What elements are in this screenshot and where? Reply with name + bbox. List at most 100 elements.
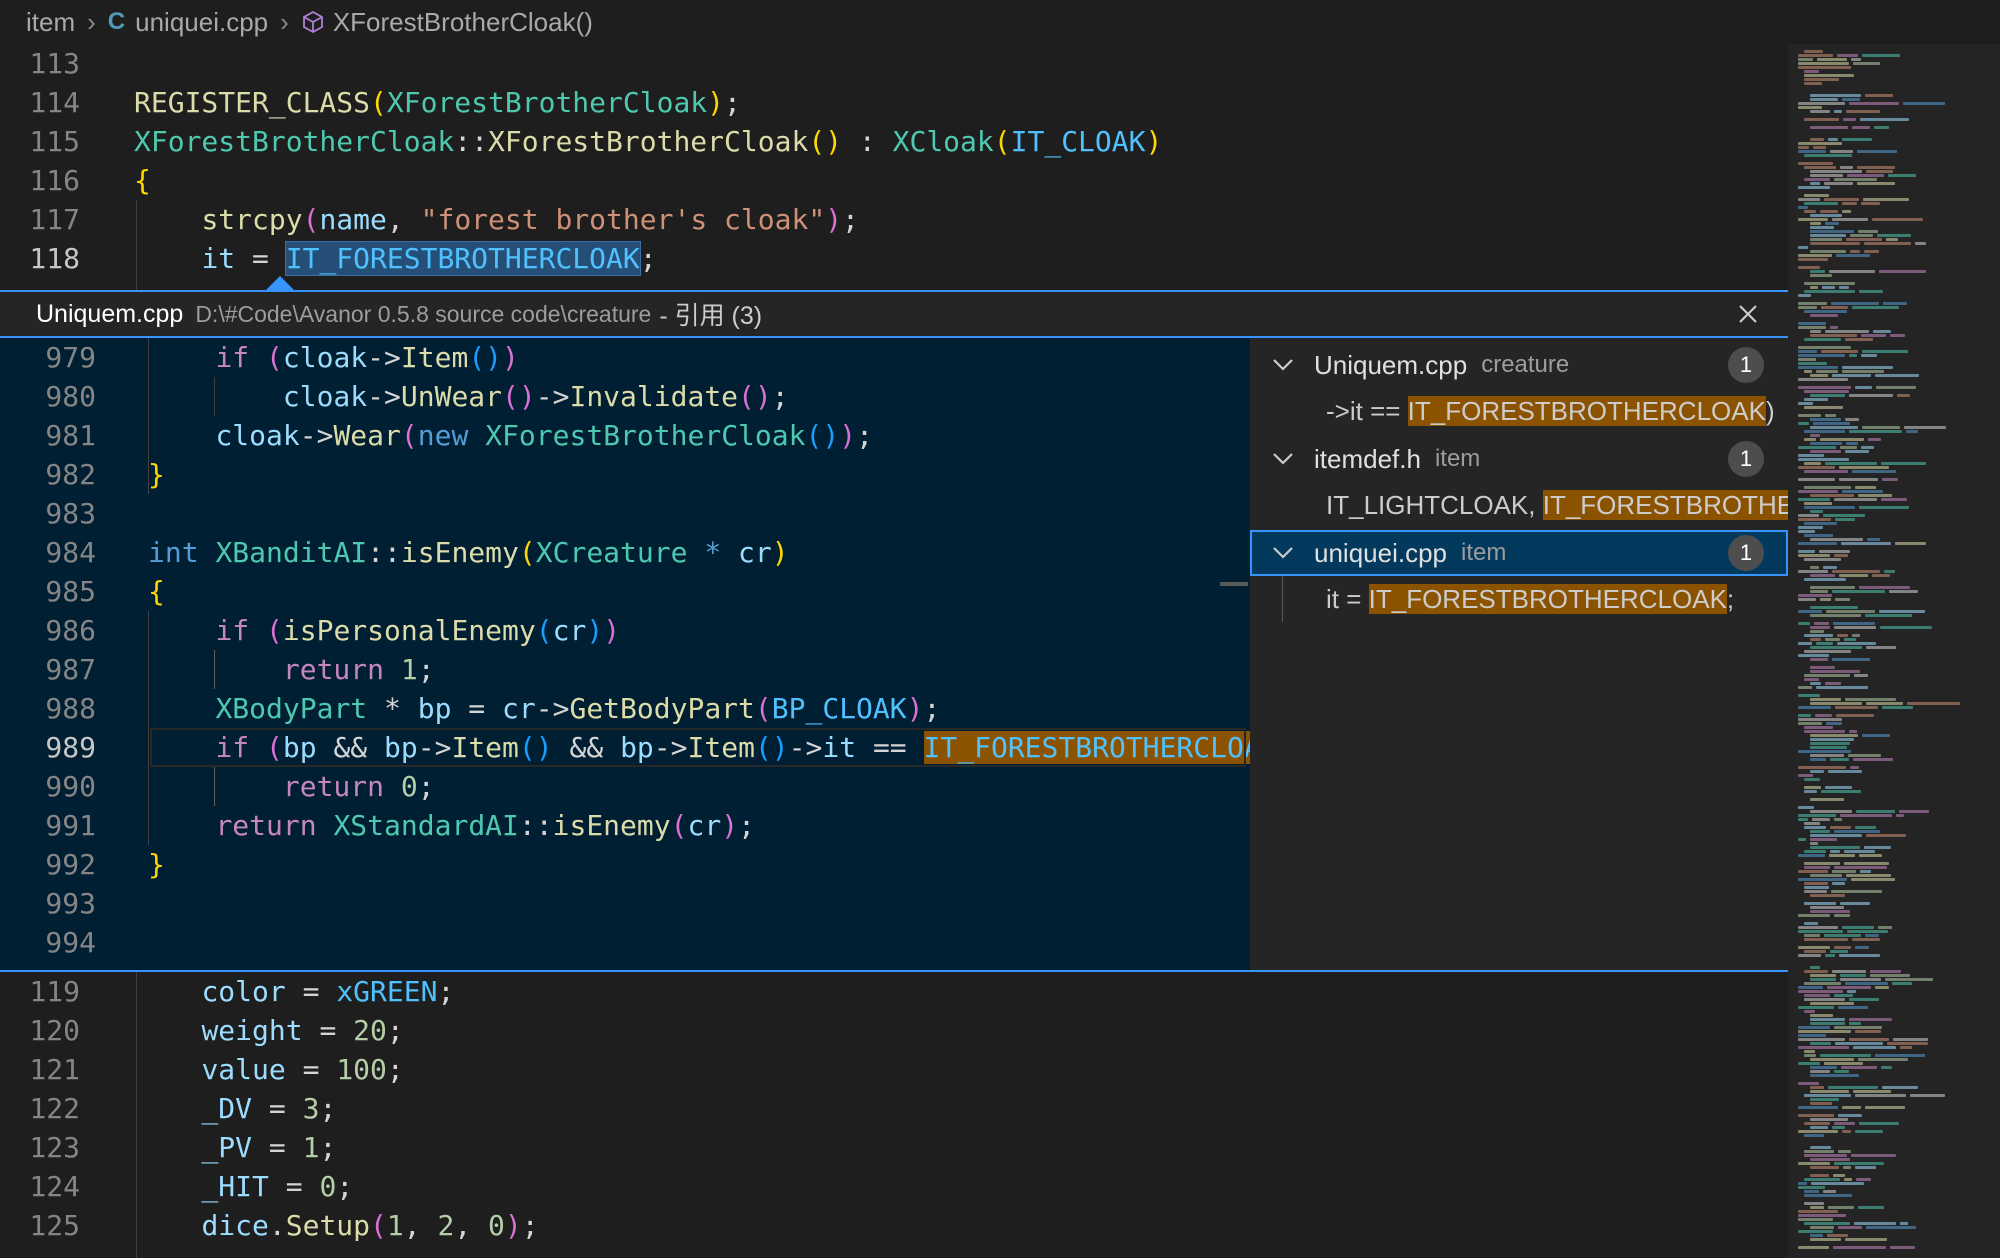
minimap-line	[1798, 1186, 1825, 1189]
editor-bottom[interactable]: 119 color = xGREEN; 120 weight = 20; 121 v…	[0, 972, 1788, 1258]
code-line[interactable]: XForestBrotherCloak::XForestBrotherCloak…	[134, 122, 1162, 161]
reference-match: IT_FORESTBROTHERCLOAK	[1407, 396, 1766, 426]
minimap-line	[1804, 338, 1841, 341]
minimap-line	[1859, 586, 1910, 589]
minimap-line	[1824, 198, 1859, 201]
reference-preview-line[interactable]: it = IT_FORESTBROTHERCLOAK;	[1326, 576, 1734, 622]
chevron-down-icon[interactable]	[1272, 358, 1314, 372]
reference-preview-line[interactable]: IT_LIGHTCLOAK, IT_FORESTBROTHERCL	[1326, 482, 1788, 528]
peek-scrollbar[interactable]	[1220, 582, 1248, 586]
code-line[interactable]: return 1;	[148, 650, 435, 689]
minimap-line	[1810, 494, 1854, 497]
code-line[interactable]: return XStandardAI::isEnemy(cr);	[148, 806, 754, 845]
code-line[interactable]: }	[148, 455, 165, 494]
code-line[interactable]: }	[148, 845, 165, 884]
chevron-down-icon[interactable]	[1272, 452, 1314, 466]
minimap-line	[1876, 386, 1916, 389]
reference-file-name: itemdef.h	[1314, 443, 1421, 474]
code-line[interactable]: cloak->Wear(new XForestBrotherCloak());	[148, 416, 872, 455]
code-token: ;	[437, 975, 455, 1008]
minimap-line	[1853, 62, 1880, 65]
minimap-line	[1810, 614, 1861, 617]
code-line[interactable]: _PV = 1;	[134, 1128, 336, 1167]
minimap-line	[1848, 754, 1881, 757]
minimap-line	[1856, 1178, 1871, 1181]
breadcrumb-file[interactable]: C uniquei.cpp	[108, 7, 268, 38]
code-line[interactable]: _DV = 3;	[134, 1089, 336, 1128]
minimap-line	[1804, 1154, 1847, 1157]
line-number: 980	[45, 380, 96, 413]
code-token: it	[822, 731, 857, 764]
code-token: 100	[336, 1053, 387, 1086]
code-line[interactable]: REGISTER_CLASS(XForestBrotherCloak);	[134, 83, 741, 122]
code-line[interactable]: if (cloak->Item())	[148, 338, 518, 377]
minimap-line	[1798, 750, 1851, 753]
minimap-line	[1824, 182, 1853, 185]
code-line[interactable]: it = IT_FORESTBROTHERCLOAK;	[134, 239, 657, 278]
minimap-line	[1897, 394, 1910, 397]
breadcrumb-symbol[interactable]: XForestBrotherCloak()	[301, 7, 593, 38]
peek-code-view[interactable]: 979 if (cloak->Item()) 980 cloak->UnWear(…	[0, 338, 1250, 972]
minimap-line	[1824, 934, 1861, 937]
close-icon[interactable]	[1734, 300, 1762, 328]
code-line[interactable]: dice.Setup(1, 2, 0);	[134, 1206, 538, 1245]
code-line[interactable]: value = 100;	[134, 1050, 403, 1089]
code-line[interactable]: return 0;	[148, 767, 435, 806]
minimap-line	[1798, 818, 1808, 821]
indent-guide	[148, 338, 149, 494]
code-line[interactable]: weight = 20;	[134, 1011, 403, 1050]
code-line[interactable]: color = xGREEN;	[134, 972, 454, 1011]
code-line[interactable]: if (bp && bp->Item() && bp->Item()->it =…	[148, 728, 1250, 767]
minimap-line	[1798, 838, 1806, 841]
minimap-line	[1798, 1130, 1838, 1133]
minimap-line	[1810, 606, 1858, 609]
line-number: 117	[29, 203, 80, 236]
peek-file-title[interactable]: Uniquem.cpp	[36, 300, 183, 329]
breadcrumb-folder[interactable]: item	[26, 7, 75, 38]
minimap-line	[1899, 810, 1929, 813]
minimap-line	[1851, 58, 1861, 61]
minimap-line	[1804, 678, 1819, 681]
code-line[interactable]: {	[134, 161, 151, 200]
code-token: ;	[639, 242, 657, 275]
minimap-line	[1850, 766, 1859, 769]
code-line[interactable]: cloak->UnWear()->Invalidate();	[148, 377, 789, 416]
reference-file-group[interactable]: itemdef.h item 1	[1250, 436, 1788, 482]
reference-file-dir: item	[1434, 445, 1481, 472]
minimap-line	[1877, 234, 1911, 237]
minimap-line	[1810, 538, 1863, 541]
chevron-down-icon[interactable]	[1272, 546, 1314, 560]
minimap-line	[1798, 518, 1831, 521]
minimap-line	[1850, 234, 1873, 237]
minimap-line	[1886, 238, 1898, 241]
code-line[interactable]: {	[148, 572, 165, 611]
minimap-line	[1798, 106, 1822, 109]
editor-top[interactable]: 113 114 REGISTER_CLASS(XForestBrotherCloak…	[0, 44, 1788, 290]
reference-file-group[interactable]: uniquei.cpp item 1	[1250, 530, 1788, 576]
minimap-line	[1842, 210, 1851, 213]
indent-guide	[148, 611, 149, 845]
minimap-line	[1870, 970, 1901, 973]
code-line[interactable]: strcpy(name, "forest brother's cloak");	[134, 200, 858, 239]
minimap-line	[1810, 626, 1830, 629]
code-line[interactable]: int XBanditAI::isEnemy(XCreature * cr)	[148, 533, 789, 572]
reference-file-group[interactable]: Uniquem.cpp creature 1	[1250, 342, 1788, 388]
reference-match: IT_FORESTBROTHERCL	[1542, 490, 1788, 520]
minimap[interactable]	[1788, 44, 2000, 1258]
code-token: ->	[653, 731, 688, 764]
code-token: BP_CLOAK	[771, 692, 907, 725]
reference-preview-line[interactable]: ->it == IT_FORESTBROTHERCLOAK)	[1326, 388, 1775, 434]
peek-references-list[interactable]: Uniquem.cpp creature 1 ->it == IT_FORESTBRO…	[1250, 338, 1788, 972]
code-line[interactable]: XBodyPart * bp = cr->GetBodyPart(BP_CLOA…	[148, 689, 940, 728]
minimap-line	[1845, 698, 1896, 701]
minimap-line	[1881, 498, 1907, 501]
code-line[interactable]: _HIT = 0;	[134, 1167, 353, 1206]
code-token: ,	[386, 203, 421, 236]
code-line[interactable]: if (isPersonalEnemy(cr))	[148, 611, 620, 650]
